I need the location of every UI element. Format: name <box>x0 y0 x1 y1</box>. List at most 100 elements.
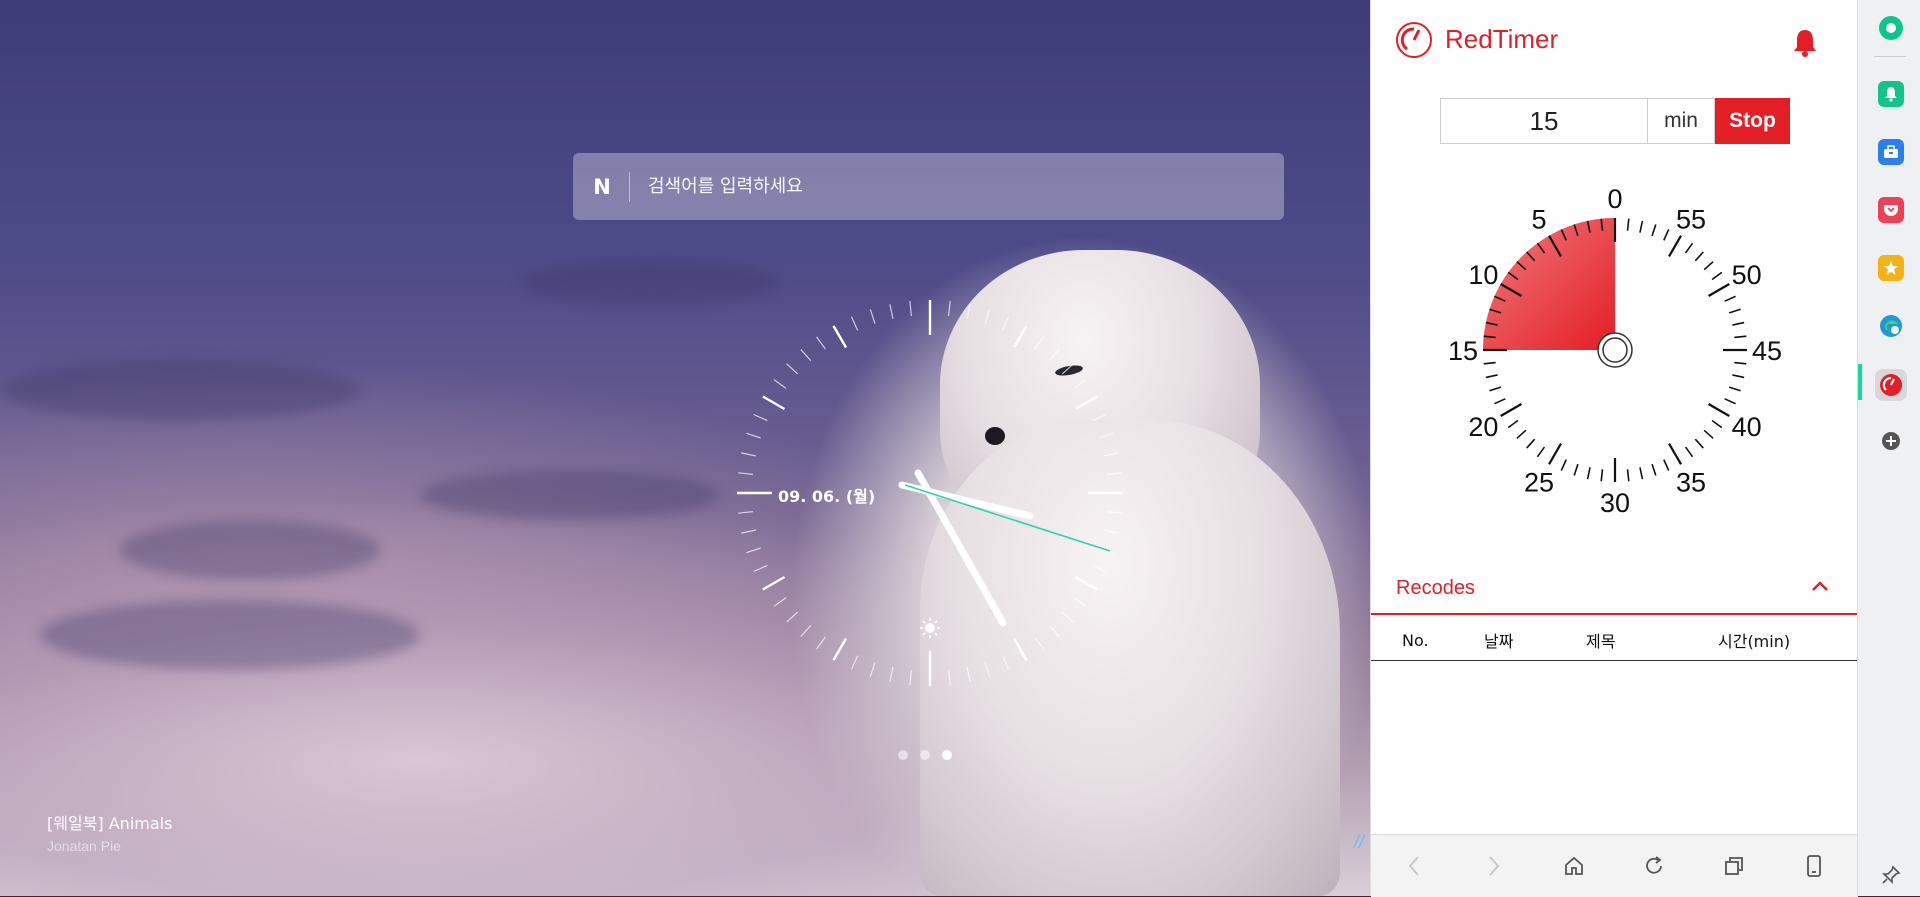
clock-tick <box>1061 611 1074 623</box>
col-date: 날짜 <box>1483 620 1585 661</box>
clock-tick <box>850 655 859 670</box>
dial-tick <box>1668 442 1682 465</box>
redtimer-panel: RedTimer min Stop 0 5 10 15 20 25 30 35 40 45 50 55… <box>1370 0 1858 897</box>
dial-label-0: 0 <box>1607 184 1622 214</box>
timer-dial[interactable]: 0 5 10 15 20 25 30 35 40 45 50 55 <box>1425 160 1805 540</box>
add-icon[interactable] <box>1878 428 1904 454</box>
dial-tick <box>1586 467 1591 480</box>
col-no: No. <box>1371 620 1483 661</box>
clock-tick <box>984 309 991 324</box>
dial-tick <box>1734 335 1747 339</box>
search-input[interactable] <box>646 175 1250 198</box>
chevron-up-icon[interactable] <box>1811 579 1829 593</box>
search-bar[interactable]: N <box>573 153 1284 220</box>
naver-logo-icon: N <box>593 174 611 199</box>
tabs-icon[interactable] <box>1721 853 1747 879</box>
wallpaper-author[interactable]: Jonatan Pie <box>47 838 121 854</box>
dial-tick <box>1694 438 1704 449</box>
dial-label-55: 55 <box>1676 204 1706 234</box>
clock-tick <box>1012 325 1028 349</box>
dial-tick <box>1548 442 1562 465</box>
dial-tick <box>1494 398 1506 405</box>
whale-icon[interactable] <box>1878 15 1904 41</box>
tools-icon[interactable] <box>1878 139 1904 165</box>
dial-label-50: 50 <box>1732 260 1762 290</box>
clock-tick <box>1074 395 1098 411</box>
clock-tick <box>1012 637 1028 661</box>
minutes-input[interactable] <box>1440 98 1647 144</box>
pager-dot-3-active[interactable] <box>942 750 952 760</box>
clock-tick <box>909 669 912 686</box>
back-icon[interactable] <box>1401 853 1427 879</box>
clock-tick <box>737 472 754 475</box>
search-divider <box>629 171 630 202</box>
sidebar-dock <box>1857 0 1920 896</box>
clock-tick <box>1061 363 1074 375</box>
dial-tick <box>1703 429 1714 439</box>
records-header[interactable]: Recodes <box>1371 565 1858 615</box>
dial-label-25: 25 <box>1524 468 1554 498</box>
app-title: RedTimer <box>1445 24 1559 54</box>
dial-tick <box>1526 438 1536 449</box>
col-title: 제목 <box>1585 620 1717 661</box>
clock-tick <box>889 304 894 320</box>
notification-icon[interactable] <box>1878 81 1904 107</box>
dock-divider <box>1874 56 1906 57</box>
pager-dot-1[interactable] <box>898 750 908 760</box>
clock-tick <box>1106 472 1123 475</box>
clock-tick <box>753 564 768 573</box>
clock-tick <box>1092 413 1107 422</box>
clock-tick <box>1001 655 1010 670</box>
dial-label-35: 35 <box>1676 468 1706 498</box>
clock-tick <box>948 300 951 317</box>
dial-tick <box>1489 386 1502 392</box>
dock-active-indicator <box>1858 364 1862 400</box>
dial-tick <box>1500 403 1523 417</box>
clock-tick <box>741 529 757 534</box>
unit-label: min <box>1647 98 1715 144</box>
mobile-icon[interactable] <box>1801 853 1827 879</box>
clock-tick <box>869 662 876 677</box>
bell-icon[interactable] <box>1791 27 1819 57</box>
pin-icon[interactable] <box>1878 862 1904 888</box>
dial-label-30: 30 <box>1600 488 1630 518</box>
dial-tick <box>1516 429 1527 439</box>
clock-tick <box>1048 349 1060 362</box>
dial-tick <box>1668 235 1682 258</box>
dial-label-45: 45 <box>1752 336 1782 366</box>
clock-tick <box>869 309 876 324</box>
wallpaper-title[interactable]: [웨일북] Animals <box>47 810 172 834</box>
reload-icon[interactable] <box>1641 853 1667 879</box>
clock-tick <box>753 413 768 422</box>
clock-tick <box>909 300 912 317</box>
clock-tick <box>966 304 971 320</box>
clock-tick <box>984 662 991 677</box>
dial-tick <box>1732 321 1745 326</box>
dial-tick <box>1684 242 1694 254</box>
panel-footer <box>1371 834 1858 897</box>
edge-icon[interactable] <box>1878 313 1904 339</box>
favorites-icon[interactable] <box>1878 255 1904 281</box>
redtimer-icon[interactable] <box>1875 369 1907 401</box>
dial-tick <box>1663 459 1670 471</box>
dial-tick <box>1734 361 1747 365</box>
clock-tick <box>1103 452 1119 457</box>
dial-tick <box>1639 220 1644 233</box>
clock-tick <box>1048 624 1060 637</box>
dial-tick <box>1639 467 1644 480</box>
wallpaper-pager[interactable] <box>898 750 952 760</box>
clock-tick <box>746 432 761 439</box>
dial-label-15: 15 <box>1448 336 1478 366</box>
clock-tick <box>1074 575 1098 591</box>
home-icon[interactable] <box>1561 853 1587 879</box>
pager-dot-2[interactable] <box>920 750 930 760</box>
clock-date: 09. 06. (월) <box>778 487 876 506</box>
stop-button[interactable]: Stop <box>1715 98 1790 144</box>
forward-icon[interactable] <box>1481 853 1507 879</box>
dial-label-40: 40 <box>1732 412 1762 442</box>
dial-tick <box>1626 469 1630 482</box>
dial-tick <box>1560 459 1567 471</box>
clock-tick <box>1034 336 1044 350</box>
clock-tick <box>786 611 799 623</box>
pocket-icon[interactable] <box>1878 197 1904 223</box>
